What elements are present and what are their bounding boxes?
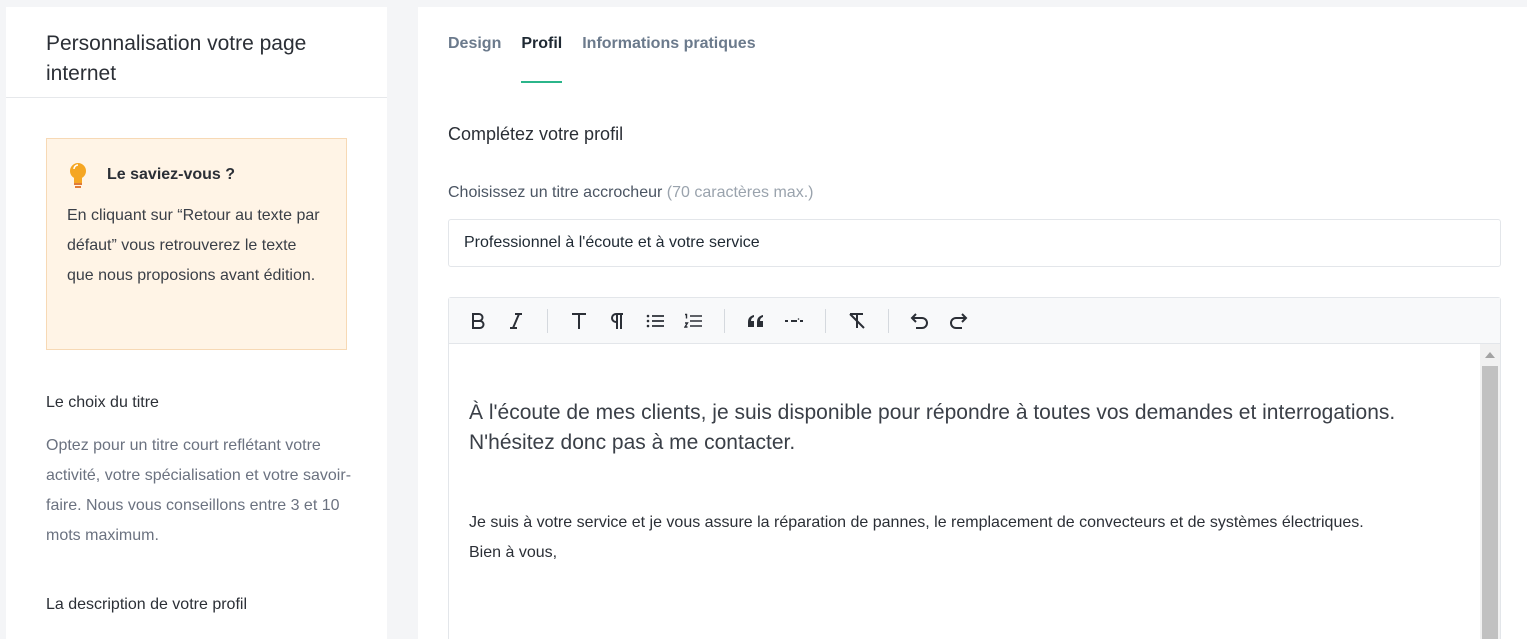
toolbar-separator: [888, 308, 889, 333]
tip-box: Le saviez-vous ? En cliquant sur “Retour…: [46, 138, 347, 350]
editor-toolbar: [449, 298, 1500, 344]
title-field-hint: (70 caractères max.): [666, 184, 814, 201]
title-field-label-text: Choisissez un titre accrocheur: [448, 184, 663, 201]
toolbar-separator: [724, 308, 725, 333]
italic-button[interactable]: [497, 306, 535, 336]
editor-paragraph-line: Bien à vous,: [469, 544, 558, 561]
title-input[interactable]: [448, 219, 1501, 267]
bold-icon: [472, 312, 485, 329]
help-sidebar: Personnalisation votre page internet Le …: [6, 7, 387, 639]
editor-paragraph-line: Je suis à votre service et je vous assur…: [469, 514, 1364, 531]
scroll-thumb[interactable]: [1482, 366, 1498, 639]
editor-scrollbar[interactable]: [1480, 344, 1500, 639]
scroll-up-arrow-icon[interactable]: [1485, 352, 1495, 358]
italic-icon: [510, 312, 522, 329]
lightbulb-icon: [67, 161, 89, 189]
ordered-list-icon: [684, 313, 702, 328]
sidebar-header: Personnalisation votre page internet: [6, 7, 387, 98]
tip-header: Le saviez-vous ?: [67, 161, 326, 189]
tab-bar: Design Profil Informations pratiques: [448, 35, 776, 83]
horizontal-rule-button[interactable]: [775, 306, 813, 336]
form-title: Complétez votre profil: [448, 124, 624, 144]
bullet-list-button[interactable]: [636, 306, 674, 336]
redo-button[interactable]: [939, 306, 977, 336]
tab-profil[interactable]: Profil: [521, 35, 562, 83]
profile-editor-panel: Design Profil Informations pratiques Com…: [418, 7, 1527, 639]
editor-heading: À l'écoute de mes clients, je suis dispo…: [469, 401, 1396, 454]
blockquote-button[interactable]: [737, 306, 775, 336]
horizontal-rule-icon: [785, 317, 803, 322]
heading-icon: [572, 312, 586, 329]
toolbar-separator: [547, 308, 548, 333]
title-field-label: Choisissez un titre accrocheur (70 carac…: [448, 184, 813, 202]
editor-content[interactable]: À l'écoute de mes clients, je suis dispo…: [449, 344, 1480, 639]
undo-icon: [910, 312, 928, 329]
tip-title: Le saviez-vous ?: [107, 166, 236, 183]
section-text-title-choice: Optez pour un titre court reflétant votr…: [46, 437, 352, 544]
tip-text: En cliquant sur “Retour au texte par déf…: [67, 207, 320, 284]
paragraph-icon: [611, 312, 623, 329]
editor-paragraph: Je suis à votre service et je vous assur…: [469, 508, 1460, 568]
section-title-title-choice: Le choix du titre: [46, 394, 159, 411]
sidebar-title: Personnalisation votre page internet: [46, 32, 307, 85]
clear-format-button[interactable]: [838, 306, 876, 336]
bold-button[interactable]: [459, 306, 497, 336]
tab-design[interactable]: Design: [448, 35, 501, 83]
undo-button[interactable]: [901, 306, 939, 336]
paragraph-button[interactable]: [598, 306, 636, 336]
section-title-profile-description: La description de votre profil: [46, 596, 247, 613]
heading-button[interactable]: [560, 306, 598, 336]
ordered-list-button[interactable]: [674, 306, 712, 336]
bullet-list-icon: [646, 314, 664, 327]
rich-text-editor: À l'écoute de mes clients, je suis dispo…: [448, 297, 1501, 639]
tab-informations-pratiques[interactable]: Informations pratiques: [582, 35, 755, 83]
clear-format-icon: [849, 312, 865, 329]
toolbar-separator: [825, 308, 826, 333]
redo-icon: [950, 312, 968, 329]
quote-icon: [748, 314, 763, 327]
